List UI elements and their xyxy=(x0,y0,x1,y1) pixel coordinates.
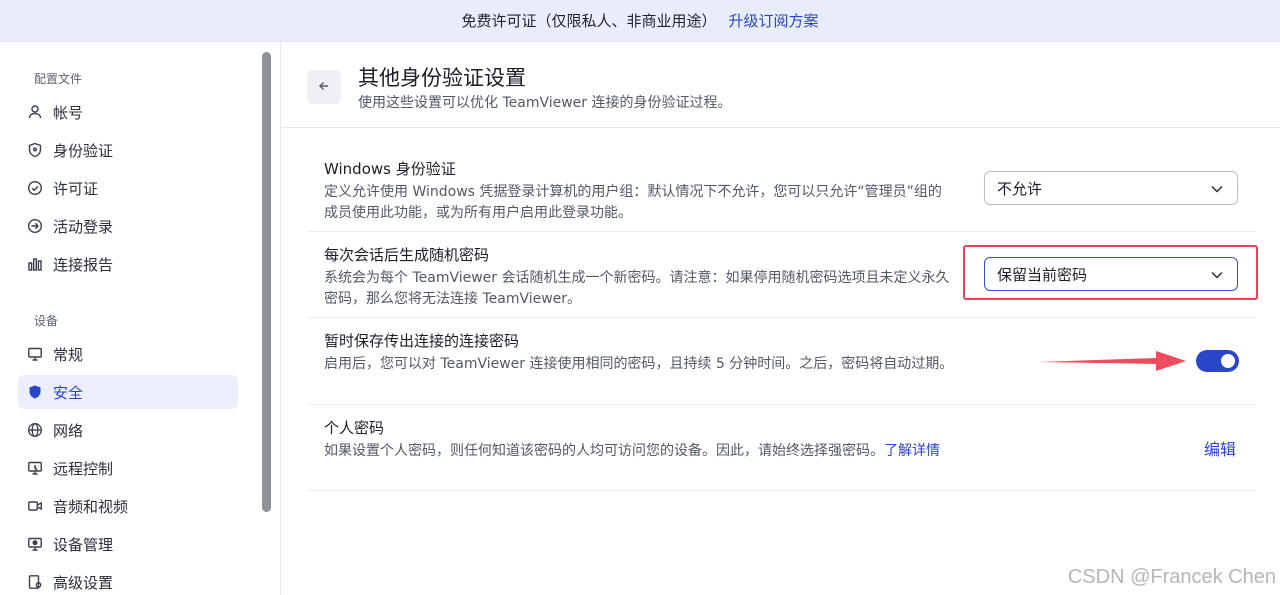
sidebar-scrollbar[interactable] xyxy=(262,52,271,512)
sidebar-item-general[interactable]: 常规 xyxy=(18,337,238,371)
setting-title: 个人密码 xyxy=(324,419,385,437)
setting-personal-password: 个人密码 如果设置个人密码，则任何知道该密码的人均可访问您的设备。因此，请始终选… xyxy=(324,417,954,462)
sidebar-item-label: 许可证 xyxy=(53,179,99,198)
sidebar-item-network[interactable]: 网络 xyxy=(18,413,238,447)
learn-more-link[interactable]: 了解详情 xyxy=(884,443,940,459)
sidebar: 配置文件 帐号 身份验证 许可证 活动登录 连接报告 设备 常规 安全 网络 远… xyxy=(0,42,281,595)
setting-temp-save-password: 暂时保存传出连接的连接密码 启用后，您可以对 TeamViewer 连接使用相同… xyxy=(324,330,954,375)
shield-icon xyxy=(26,141,44,159)
sidebar-item-label: 身份验证 xyxy=(53,141,114,160)
setting-desc: 定义允许使用 Windows 凭据登录计算机的用户组：默认情况下不允许，您可以只… xyxy=(324,184,942,221)
device-manage-icon xyxy=(26,535,44,553)
upgrade-link[interactable]: 升级订阅方案 xyxy=(729,10,819,31)
sidebar-item-security[interactable]: 安全 xyxy=(18,375,238,409)
sidebar-item-authentication[interactable]: 身份验证 xyxy=(18,133,238,167)
sidebar-item-device-management[interactable]: 设备管理 xyxy=(18,527,238,561)
sidebar-item-account[interactable]: 帐号 xyxy=(18,95,238,129)
sidebar-item-label: 网络 xyxy=(53,421,84,440)
setting-random-password: 每次会话后生成随机密码 系统会为每个 TeamViewer 会话随机生成一个新密… xyxy=(324,244,954,310)
back-arrow-icon xyxy=(317,78,331,97)
dropdown-value: 不允许 xyxy=(997,179,1043,198)
sidebar-item-label: 常规 xyxy=(53,345,84,364)
sidebar-item-label: 帐号 xyxy=(53,103,84,122)
watermark: CSDN @Francek Chen xyxy=(1067,566,1276,588)
back-button[interactable] xyxy=(307,70,341,104)
sidebar-item-license[interactable]: 许可证 xyxy=(18,171,238,205)
video-icon xyxy=(26,497,44,515)
user-icon xyxy=(26,103,44,121)
advanced-settings-icon xyxy=(26,573,44,591)
sidebar-item-label: 远程控制 xyxy=(53,459,114,478)
shield-filled-icon xyxy=(26,383,44,401)
sidebar-item-label: 高级设置 xyxy=(53,573,114,592)
main-content: 其他身份验证设置 使用这些设置可以优化 TeamViewer 连接的身份验证过程… xyxy=(282,42,1280,595)
sidebar-item-label: 设备管理 xyxy=(53,535,114,554)
chevron-down-icon xyxy=(1211,179,1223,197)
license-banner: 免费许可证（仅限私人、非商业用途） 升级订阅方案 xyxy=(0,0,1280,42)
page-title: 其他身份验证设置 xyxy=(358,66,526,90)
chevron-down-icon xyxy=(1211,265,1223,283)
windows-auth-dropdown[interactable]: 不允许 xyxy=(984,171,1238,205)
globe-icon xyxy=(26,421,44,439)
toggle-knob xyxy=(1221,354,1235,368)
sidebar-item-label: 连接报告 xyxy=(53,255,114,274)
sidebar-item-label: 音频和视频 xyxy=(53,497,129,516)
sidebar-item-label: 安全 xyxy=(53,383,84,402)
temp-save-toggle[interactable] xyxy=(1196,350,1239,372)
setting-title: 每次会话后生成随机密码 xyxy=(324,246,490,264)
setting-windows-auth: Windows 身份验证 定义允许使用 Windows 凭据登录计算机的用户组：… xyxy=(324,158,954,224)
badge-check-icon xyxy=(26,179,44,197)
sidebar-item-remote-control[interactable]: 远程控制 xyxy=(18,451,238,485)
sidebar-item-audio-video[interactable]: 音频和视频 xyxy=(18,489,238,523)
page-subtitle: 使用这些设置可以优化 TeamViewer 连接的身份验证过程。 xyxy=(358,95,732,111)
section-label-profile: 配置文件 xyxy=(34,72,83,86)
setting-desc-text: 如果设置个人密码，则任何知道该密码的人均可访问您的设备。因此，请始终选择强密码。 xyxy=(324,443,884,459)
sidebar-item-connection-report[interactable]: 连接报告 xyxy=(18,247,238,281)
setting-desc: 启用后，您可以对 TeamViewer 连接使用相同的密码，且持续 5 分钟时间… xyxy=(324,356,954,372)
arrow-annotation-icon xyxy=(1038,346,1188,380)
login-arrow-icon xyxy=(26,217,44,235)
sidebar-item-active-logins[interactable]: 活动登录 xyxy=(18,209,238,243)
setting-desc: 系统会为每个 TeamViewer 会话随机生成一个新密码。请注意：如果停用随机… xyxy=(324,270,950,307)
sidebar-item-advanced-settings[interactable]: 高级设置 xyxy=(18,565,238,595)
sidebar-item-label: 活动登录 xyxy=(53,217,114,236)
setting-title: Windows 身份验证 xyxy=(324,160,456,178)
row-divider xyxy=(308,317,1256,318)
row-divider xyxy=(308,231,1256,232)
banner-text: 免费许可证（仅限私人、非商业用途） xyxy=(461,12,717,30)
dropdown-value: 保留当前密码 xyxy=(997,265,1088,284)
edit-personal-password-link[interactable]: 编辑 xyxy=(1204,436,1236,460)
setting-title: 暂时保存传出连接的连接密码 xyxy=(324,332,520,350)
header-divider xyxy=(282,127,1280,128)
setting-desc: 如果设置个人密码，则任何知道该密码的人均可访问您的设备。因此，请始终选择强密码。… xyxy=(324,441,954,462)
remote-control-icon xyxy=(26,459,44,477)
row-divider xyxy=(308,490,1256,491)
bar-chart-icon xyxy=(26,255,44,273)
monitor-icon xyxy=(26,345,44,363)
section-label-device: 设备 xyxy=(34,314,59,328)
random-password-dropdown[interactable]: 保留当前密码 xyxy=(984,257,1238,291)
row-divider xyxy=(308,404,1256,405)
